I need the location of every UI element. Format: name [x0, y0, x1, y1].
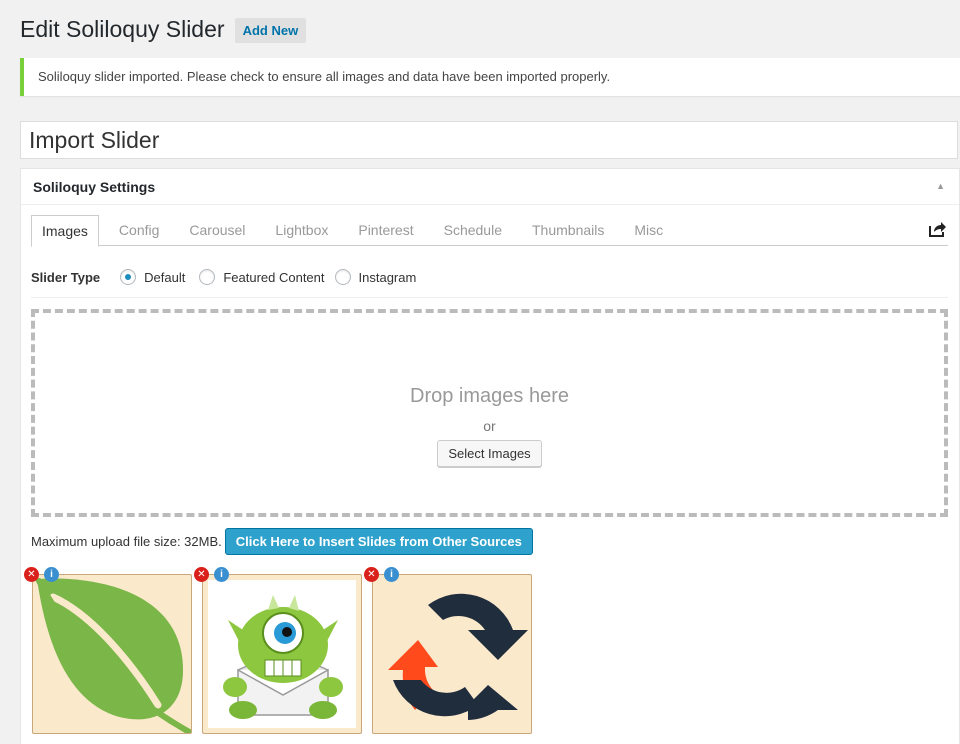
remove-slide-icon[interactable]: ✕: [24, 567, 39, 582]
slider-type-label: Slider Type: [31, 269, 101, 285]
tab-carousel[interactable]: Carousel: [179, 215, 255, 246]
slider-title-input[interactable]: Import Slider: [20, 121, 958, 159]
radio-default-label: Default: [144, 269, 186, 285]
tab-thumbnails[interactable]: Thumbnails: [522, 215, 614, 246]
tab-images[interactable]: Images: [31, 215, 99, 247]
max-upload-size: Maximum upload file size: 32MB.: [31, 534, 222, 549]
tab-misc[interactable]: Misc: [624, 215, 673, 246]
add-new-button[interactable]: Add New: [234, 18, 307, 43]
settings-tabs: Images Config Carousel Lightbox Pinteres…: [31, 215, 948, 247]
select-images-button[interactable]: Select Images: [437, 440, 542, 467]
slider-type-default[interactable]: Default: [120, 269, 185, 285]
page-title: Edit Soliloquy Slider: [20, 16, 225, 42]
page-header: Edit Soliloquy Slider Add New: [20, 16, 307, 43]
radio-instagram[interactable]: [334, 269, 351, 285]
slide-info-icon[interactable]: i: [384, 567, 399, 582]
leaf-image: [36, 578, 191, 733]
slide-thumbnail-monster[interactable]: [202, 574, 362, 734]
import-notice: Soliloquy slider imported. Please check …: [20, 58, 960, 96]
drop-images-title: Drop images here: [410, 385, 569, 407]
slide-thumbnail-sync[interactable]: [372, 574, 532, 734]
slide-info-icon[interactable]: i: [214, 567, 229, 582]
slide-list: [32, 574, 542, 734]
radio-instagram-label: Instagram: [358, 269, 417, 285]
tab-schedule[interactable]: Schedule: [434, 215, 512, 246]
image-dropzone[interactable]: Drop images here or Select Images: [31, 309, 948, 517]
radio-featured-label: Featured Content: [223, 269, 325, 285]
sync-arrows-image: [388, 593, 528, 720]
slide-info-icon[interactable]: i: [44, 567, 59, 582]
slider-type-instagram[interactable]: Instagram: [334, 269, 417, 285]
monster-image: [223, 595, 343, 719]
export-share-icon[interactable]: [929, 221, 947, 237]
remove-slide-icon[interactable]: ✕: [364, 567, 379, 582]
settings-header-title: Soliloquy Settings: [33, 179, 156, 195]
insert-slides-button[interactable]: Click Here to Insert Slides from Other S…: [224, 528, 533, 555]
slider-type-featured[interactable]: Featured Content: [199, 269, 325, 285]
tab-lightbox[interactable]: Lightbox: [265, 215, 338, 246]
radio-featured[interactable]: [199, 269, 216, 285]
divider: [31, 297, 948, 298]
or-text: or: [483, 418, 496, 434]
slide-thumbnail-leaf[interactable]: [32, 574, 192, 734]
tab-config[interactable]: Config: [109, 215, 169, 246]
radio-default[interactable]: [120, 269, 137, 285]
tab-pinterest[interactable]: Pinterest: [348, 215, 423, 246]
slider-type-row: Slider Type Default Featured Content Ins…: [31, 269, 426, 285]
collapse-arrow-icon[interactable]: ▲: [936, 181, 945, 191]
soliloquy-settings-box: Soliloquy Settings ▲ Images Config Carou…: [20, 168, 960, 744]
upload-row: Maximum upload file size: 32MB. Click He…: [31, 528, 533, 555]
settings-header[interactable]: Soliloquy Settings ▲: [21, 169, 959, 205]
remove-slide-icon[interactable]: ✕: [194, 567, 209, 582]
